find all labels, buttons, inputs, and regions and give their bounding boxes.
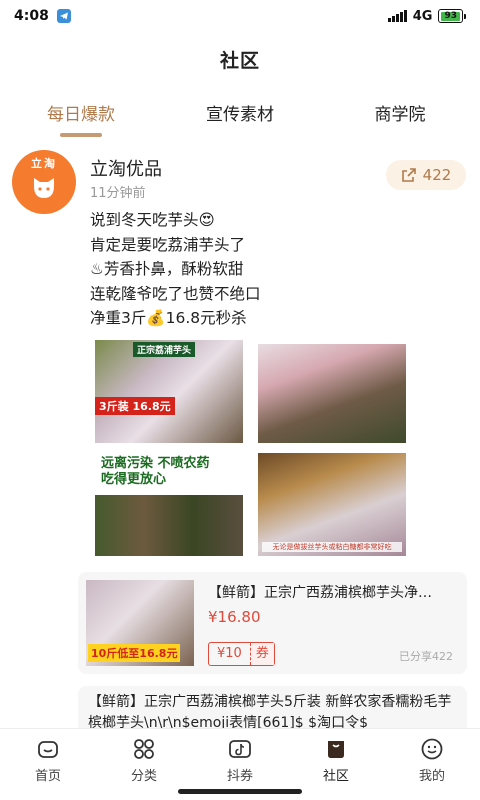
tab-business-school[interactable]: 商学院: [369, 100, 431, 125]
image-price-label: 3斤装 16.8元: [95, 397, 175, 415]
image-caption: 无论是做拔丝芋头或粘白糖都非常好吃: [262, 542, 402, 552]
telegram-icon: [56, 9, 71, 23]
battery-icon: 93: [438, 9, 466, 23]
share-button[interactable]: 422: [386, 160, 466, 190]
tab-bar: 每日爆款 宣传素材 商学院: [0, 100, 480, 140]
post-image-fried-taro[interactable]: 无论是做拔丝芋头或粘白糖都非常好吃: [258, 453, 406, 556]
farm-photos: [95, 495, 243, 556]
grid-icon: [134, 739, 154, 759]
post-line: ♨芳香扑鼻，酥粉软甜: [90, 260, 244, 278]
signal-icon: [387, 10, 407, 22]
post-author: 立淘优品: [90, 159, 162, 180]
nav-home[interactable]: 首页: [0, 729, 96, 786]
home-icon: [38, 741, 58, 758]
post-line: 连乾隆爷吃了也赞不绝口: [90, 284, 261, 303]
status-right: 4G 93: [387, 8, 466, 24]
status-bar: 4:08 4G 93: [0, 0, 480, 32]
network-label: 4G: [412, 8, 433, 24]
nav-label: 我的: [418, 769, 445, 784]
battery-level: 93: [441, 11, 460, 21]
coupon-badge: ¥10 券: [208, 642, 275, 666]
post-time: 11分钟前: [90, 186, 146, 201]
nav-category[interactable]: 分类: [96, 729, 192, 786]
coupon-amount: ¥10: [217, 646, 242, 661]
tab-indicator: [60, 133, 102, 137]
nav-label: 首页: [34, 769, 61, 784]
share-count: 422: [422, 166, 452, 184]
avatar[interactable]: 立淘: [12, 150, 76, 214]
home-indicator[interactable]: [178, 789, 302, 794]
nav-label: 分类: [130, 769, 157, 784]
nav-douyin-coupon[interactable]: 抖券: [192, 729, 288, 786]
smile-icon: [421, 738, 443, 760]
tab-promo-material[interactable]: 宣传素材: [199, 100, 281, 125]
post-image-taro-price[interactable]: 正宗荔浦芋头 3斤装 16.8元: [95, 340, 243, 443]
post-image-taro-slices[interactable]: [258, 344, 406, 443]
product-card[interactable]: 10斤低至16.8元 【鲜箭】正宗广西荔浦槟榔芋头净… ¥16.80 ¥10 券…: [78, 572, 467, 674]
product-thumbnail: 10斤低至16.8元: [86, 580, 194, 666]
nav-community[interactable]: 社区: [288, 729, 384, 786]
post-line: 净重3斤💰16.8元秒杀: [90, 309, 247, 327]
post-line: 肯定是要吃荔浦芋头了: [90, 235, 246, 254]
post-body: 说到冬天吃芋头😍 肯定是要吃荔浦芋头了 ♨芳香扑鼻，酥粉软甜 连乾隆爷吃了也赞不…: [90, 208, 470, 331]
image-title-line: 远离污染 不喷农药: [101, 456, 210, 471]
image-badge: 正宗荔浦芋头: [133, 342, 196, 357]
tab-daily-hot[interactable]: 每日爆款: [40, 100, 122, 125]
bag-icon: [328, 741, 344, 758]
bottom-nav: 首页 分类 抖券 社区 我的: [0, 728, 480, 786]
status-time: 4:08: [14, 8, 49, 24]
nav-label: 抖券: [226, 769, 253, 784]
shared-count: 已分享422: [399, 650, 453, 663]
cat-logo-icon: [34, 178, 54, 198]
page-title: 社区: [219, 50, 260, 72]
product-title: 【鲜箭】正宗广西荔浦槟榔芋头净…: [208, 585, 432, 601]
share-icon: [401, 168, 416, 182]
image-title: 远离污染 不喷农药 吃得更放心: [101, 456, 210, 488]
nav-label: 社区: [322, 769, 349, 784]
coupon-label: 券: [249, 643, 274, 665]
tiktok-icon: [229, 740, 251, 758]
thumbnail-price-label: 10斤低至16.8元: [88, 644, 181, 662]
product-price: ¥16.80: [208, 608, 261, 626]
post-image-farm[interactable]: 远离污染 不喷农药 吃得更放心: [95, 453, 243, 556]
post-line: 说到冬天吃芋头😍: [90, 211, 215, 229]
nav-mine[interactable]: 我的: [384, 729, 480, 786]
image-title-line: 吃得更放心: [101, 472, 167, 487]
